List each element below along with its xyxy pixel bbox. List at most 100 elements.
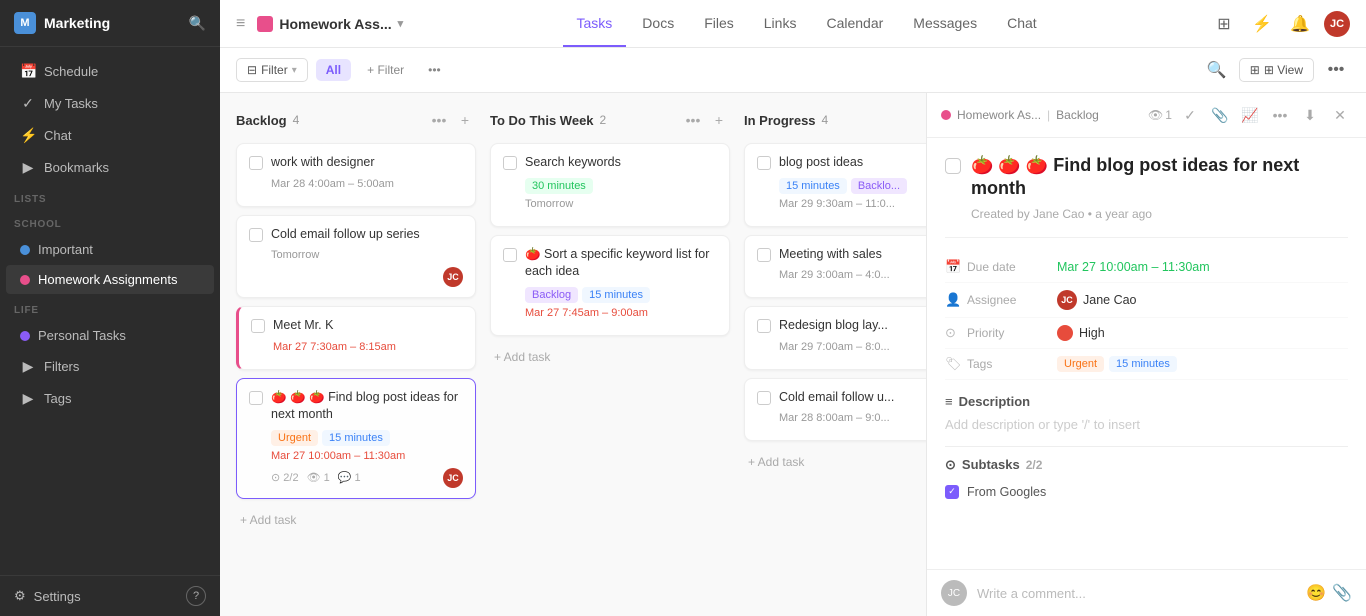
due-date-value[interactable]: Mar 27 10:00am – 11:30am [1057, 260, 1210, 274]
task-complete-checkbox[interactable] [945, 158, 961, 174]
card-checkbox-c1[interactable] [249, 156, 263, 170]
card-checkbox-ip2[interactable] [757, 248, 771, 262]
card-checkbox-c2[interactable] [249, 228, 263, 242]
tags-field: 🏷 Tags Urgent 15 minutes [945, 349, 1348, 380]
card-meta-c4: ⊙ 2/2 👁 1 💬 1 [271, 471, 361, 484]
sidebar-item-bookmarks-label: Bookmarks [44, 160, 109, 175]
card-checkbox-c4[interactable] [249, 391, 263, 405]
add-task-todo[interactable]: + Add task [490, 344, 730, 370]
filter-button[interactable]: ⊟ Filter ▾ [236, 58, 308, 82]
complete-button[interactable]: ✓ [1178, 103, 1202, 127]
sidebar-item-tags[interactable]: ▶ Tags [6, 383, 214, 414]
watch-button[interactable]: 👁 1 [1148, 103, 1172, 127]
topnav-actions: ⊞ ⚡ 🔔 JC [1210, 10, 1350, 38]
subtask-checkbox-1[interactable]: ✓ [945, 485, 959, 499]
help-button[interactable]: ? [186, 586, 206, 606]
description-header: ≡ Description [945, 394, 1348, 409]
filter-all-button[interactable]: All [316, 59, 351, 81]
description-input[interactable]: Add description or type '/' to insert [945, 417, 1348, 432]
col-more-backlog[interactable]: ••• [428, 109, 450, 131]
sidebar-item-my-tasks[interactable]: ✓ My Tasks [6, 88, 214, 119]
card-c2[interactable]: Cold email follow up series Tomorrow JC [236, 215, 476, 299]
tab-files[interactable]: Files [690, 1, 748, 47]
filters-expand-icon: ▶ [20, 358, 36, 375]
tab-docs[interactable]: Docs [628, 1, 688, 47]
sidebar-item-important[interactable]: Important [6, 235, 214, 264]
card-t2[interactable]: 🍅 Sort a specific keyword list for each … [490, 235, 730, 336]
card-ip1[interactable]: blog post ideas 15 minutesBacklo... Mar … [744, 143, 926, 227]
activity-button[interactable]: 📈 [1238, 103, 1262, 127]
filter-add-button[interactable]: + Filter [359, 59, 412, 81]
sidebar-item-filters[interactable]: ▶ Filters [6, 351, 214, 382]
tab-links[interactable]: Links [750, 1, 811, 47]
card-checkbox-ip3[interactable] [757, 319, 771, 333]
card-ip3[interactable]: Redesign blog lay... Mar 29 7:00am – 8:0… [744, 306, 926, 370]
card-date-c4: Mar 27 10:00am – 11:30am [271, 450, 463, 462]
comment-input[interactable] [977, 586, 1296, 601]
card-checkbox-t1[interactable] [503, 156, 517, 170]
sidebar-search-icon[interactable]: 🔍 [189, 15, 206, 32]
lightning-icon[interactable]: ⚡ [1248, 10, 1276, 38]
sidebar-item-bookmarks[interactable]: ▶ Bookmarks [6, 152, 214, 183]
attachment-comment-icon[interactable]: 📎 [1332, 583, 1352, 603]
filter-more-button[interactable]: ••• [420, 59, 449, 81]
user-avatar[interactable]: JC [1324, 11, 1350, 37]
main-content: ≡ Homework Ass... ▾ TasksDocsFilesLinksC… [220, 0, 1366, 616]
col-add-todo[interactable]: + [708, 109, 730, 131]
card-title-c3: Meet Mr. K [273, 317, 463, 335]
col-more-todo[interactable]: ••• [682, 109, 704, 131]
card-title-c2: Cold email follow up series [271, 226, 463, 244]
tab-calendar[interactable]: Calendar [812, 1, 897, 47]
card-checkbox-ip4[interactable] [757, 391, 771, 405]
col-add-backlog[interactable]: + [454, 109, 476, 131]
search-button[interactable]: 🔍 [1203, 56, 1231, 84]
card-top-c2: Cold email follow up series [249, 226, 463, 244]
minimize-button[interactable]: ⬇ [1298, 103, 1322, 127]
add-task-inprogress[interactable]: + Add task [744, 449, 926, 475]
workspace-logo: M [14, 12, 36, 34]
tags-label: Tags [967, 357, 1057, 371]
card-t1[interactable]: Search keywords 30 minutes Tomorrow [490, 143, 730, 227]
grid-icon[interactable]: ⊞ [1210, 10, 1238, 38]
settings-button[interactable]: ⚙ Settings [14, 588, 81, 604]
card-checkbox-ip1[interactable] [757, 156, 771, 170]
detail-project-dot [941, 110, 951, 120]
tab-messages[interactable]: Messages [899, 1, 991, 47]
card-checkbox-c3[interactable] [251, 319, 265, 333]
sidebar-header: M Marketing 🔍 [0, 0, 220, 47]
priority-value[interactable]: High [1057, 325, 1105, 341]
tag-time[interactable]: 15 minutes [1109, 356, 1177, 372]
tab-tasks[interactable]: Tasks [563, 1, 627, 47]
hamburger-icon[interactable]: ≡ [236, 15, 245, 33]
task-fields: 📅 Due date Mar 27 10:00am – 11:30am 👤 As… [945, 237, 1348, 380]
sidebar-item-schedule[interactable]: 📅 Schedule [6, 56, 214, 87]
emoji-icon[interactable]: 😊 [1306, 583, 1326, 603]
attachment-button[interactable]: 📎 [1208, 103, 1232, 127]
card-ip2[interactable]: Meeting with sales Mar 29 3:00am – 4:0..… [744, 235, 926, 299]
tag-urgent[interactable]: Urgent [1057, 356, 1104, 372]
sidebar-item-homework[interactable]: Homework Assignments [6, 265, 214, 294]
bell-icon[interactable]: 🔔 [1286, 10, 1314, 38]
detail-more-button[interactable]: ••• [1268, 103, 1292, 127]
card-title-ip2: Meeting with sales [779, 246, 926, 264]
close-button[interactable]: ✕ [1328, 103, 1352, 127]
add-task-backlog[interactable]: + Add task [236, 507, 476, 533]
tab-chat[interactable]: Chat [993, 1, 1051, 47]
card-c4[interactable]: 🍅 🍅 🍅 Find blog post ideas for next mont… [236, 378, 476, 499]
assignee-value[interactable]: JC Jane Cao [1057, 290, 1137, 310]
eye-icon: 👁 [1148, 108, 1163, 122]
project-title: Homework Ass... [279, 16, 391, 32]
card-c1[interactable]: work with designer Mar 28 4:00am – 5:00a… [236, 143, 476, 207]
more-options-button[interactable]: ••• [1322, 56, 1350, 84]
sidebar-item-chat[interactable]: ⚡ Chat [6, 120, 214, 151]
card-checkbox-t2[interactable] [503, 248, 517, 262]
card-c3[interactable]: Meet Mr. K Mar 27 7:30am – 8:15am [236, 306, 476, 370]
card-title-t1: Search keywords [525, 154, 717, 172]
commenter-avatar: JC [941, 580, 967, 606]
personal-dot [20, 331, 30, 341]
sidebar-item-personal[interactable]: Personal Tasks [6, 321, 214, 350]
detail-header-actions: 👁 1 ✓ 📎 📈 ••• ⬇ ✕ [1148, 103, 1352, 127]
card-ip4[interactable]: Cold email follow u... Mar 28 8:00am – 9… [744, 378, 926, 442]
project-name-button[interactable]: Homework Ass... ▾ [257, 16, 403, 32]
view-button[interactable]: ⊞ ⊞ View [1239, 58, 1314, 82]
